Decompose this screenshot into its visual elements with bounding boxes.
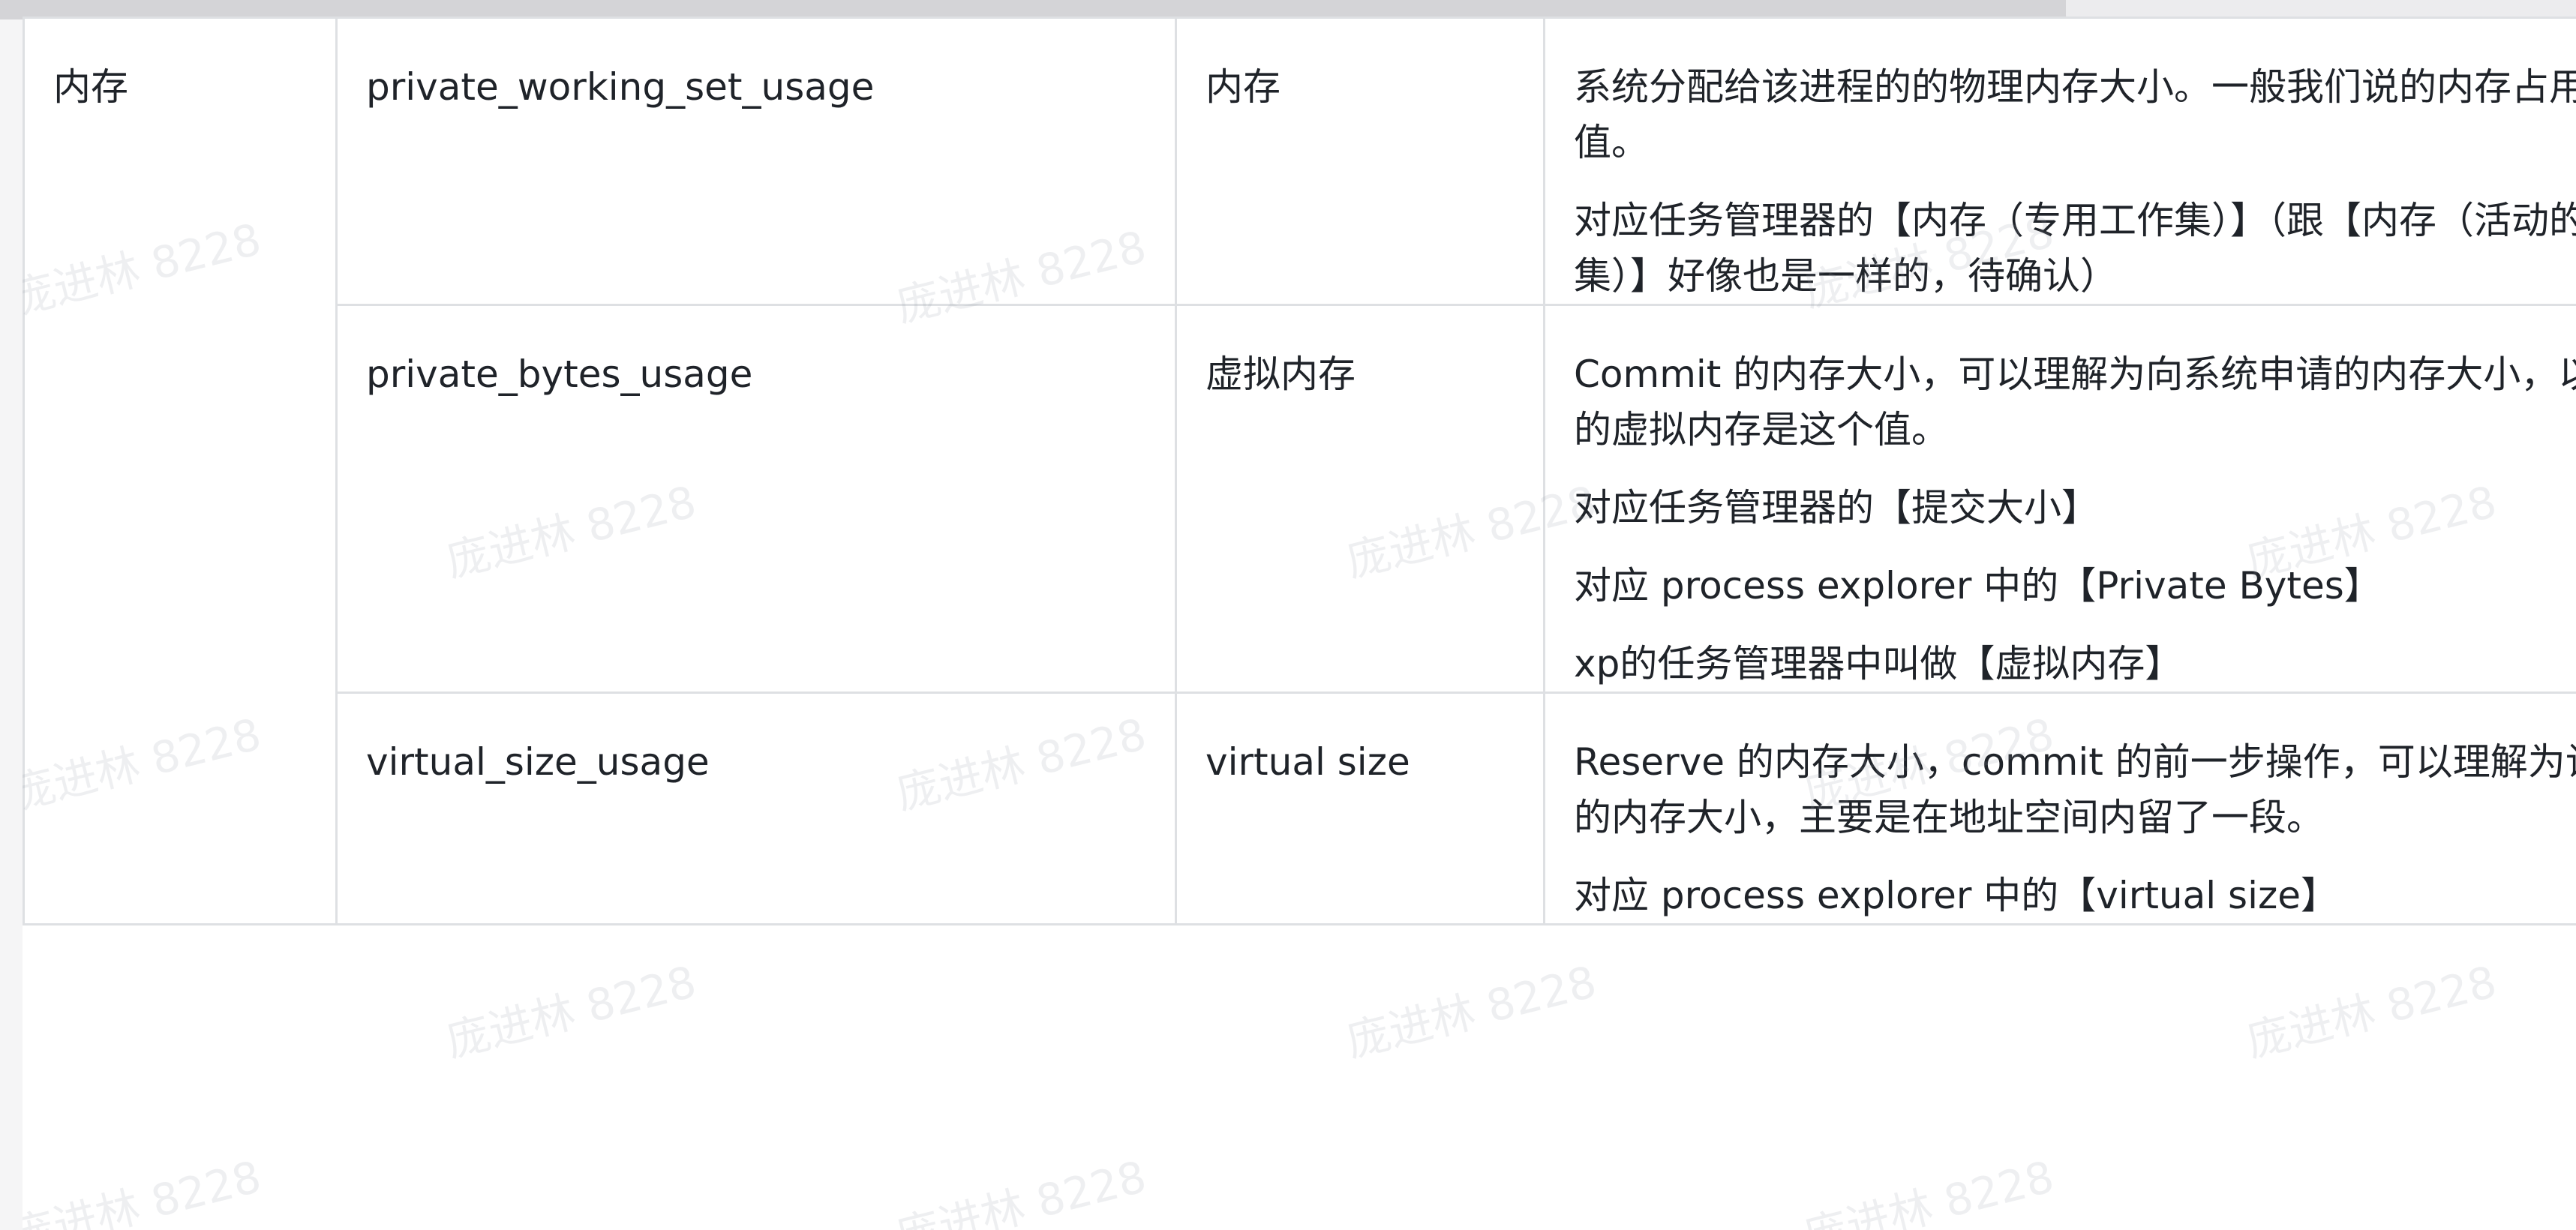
metric-key-cell[interactable]: virtual_size_usage xyxy=(335,692,1177,926)
description-paragraph: 对应 process explorer 中的【Private Bytes】 xyxy=(1574,564,2382,608)
metric-key-cell[interactable]: private_working_set_usage xyxy=(335,16,1177,306)
table-row: 内存 private_working_set_usage 内存 系统分配给该进程… xyxy=(23,16,2576,926)
metric-description-cell[interactable]: Commit 的内存大小，可以理解为向系统申请的内存大小，以往我们说的虚拟内存是… xyxy=(1543,304,2576,694)
metrics-table: 内存 private_working_set_usage 内存 系统分配给该进程… xyxy=(23,16,2576,926)
metric-key: virtual_size_usage xyxy=(366,740,710,784)
metric-key: private_bytes_usage xyxy=(366,352,753,396)
watermark: 庞进林 8228 xyxy=(2241,956,2502,1067)
watermark: 庞进林 8228 xyxy=(1341,956,1602,1067)
metric-key: private_working_set_usage xyxy=(366,65,875,109)
watermark: 庞进林 8228 xyxy=(23,1150,266,1230)
watermark: 庞进林 8228 xyxy=(891,1150,1151,1230)
metric-key-cell[interactable]: private_bytes_usage xyxy=(335,304,1177,694)
metric-name: virtual size xyxy=(1205,740,1410,784)
description-paragraph: 对应任务管理器的【内存（专用工作集）】（跟【内存（活动的专用工作集）】好像也是一… xyxy=(1574,199,2576,298)
document-sheet: 内存 private_working_set_usage 内存 系统分配给该进程… xyxy=(23,16,2576,1230)
metric-description-cell[interactable]: Reserve 的内存大小，commit 的前一步操作，可以理解为让系统保留的内… xyxy=(1543,692,2576,926)
metric-name: 虚拟内存 xyxy=(1205,352,1356,396)
category-label: 内存 xyxy=(53,65,128,109)
watermark: 庞进林 8228 xyxy=(1799,1150,2059,1230)
metric-description-cell[interactable]: 系统分配给该进程的的物理内存大小。一般我们说的内存占用是这个值。 对应任务管理器… xyxy=(1543,16,2576,306)
description-paragraph: xp的任务管理器中叫做【虚拟内存】 xyxy=(1574,642,2183,686)
description-paragraph: 系统分配给该进程的的物理内存大小。一般我们说的内存占用是这个值。 xyxy=(1574,65,2576,164)
metric-name-cell[interactable]: 内存 xyxy=(1175,16,1545,306)
metric-name-cell[interactable]: virtual size xyxy=(1175,692,1545,926)
metric-name-cell[interactable]: 虚拟内存 xyxy=(1175,304,1545,694)
metric-name: 内存 xyxy=(1205,65,1280,109)
table-row: private_bytes_usage 虚拟内存 Commit 的内存大小，可以… xyxy=(24,304,2576,694)
description-paragraph: 对应任务管理器的【提交大小】 xyxy=(1574,486,2099,530)
description-paragraph: Reserve 的内存大小，commit 的前一步操作，可以理解为让系统保留的内… xyxy=(1574,740,2576,839)
category-cell[interactable]: 内存 xyxy=(23,16,338,926)
table-row: virtual_size_usage virtual size Reserve … xyxy=(24,692,2576,926)
description-paragraph: 对应 process explorer 中的【virtual size】 xyxy=(1574,874,2338,917)
description-paragraph: Commit 的内存大小，可以理解为向系统申请的内存大小，以往我们说的虚拟内存是… xyxy=(1574,352,2576,452)
watermark: 庞进林 8228 xyxy=(441,956,701,1067)
